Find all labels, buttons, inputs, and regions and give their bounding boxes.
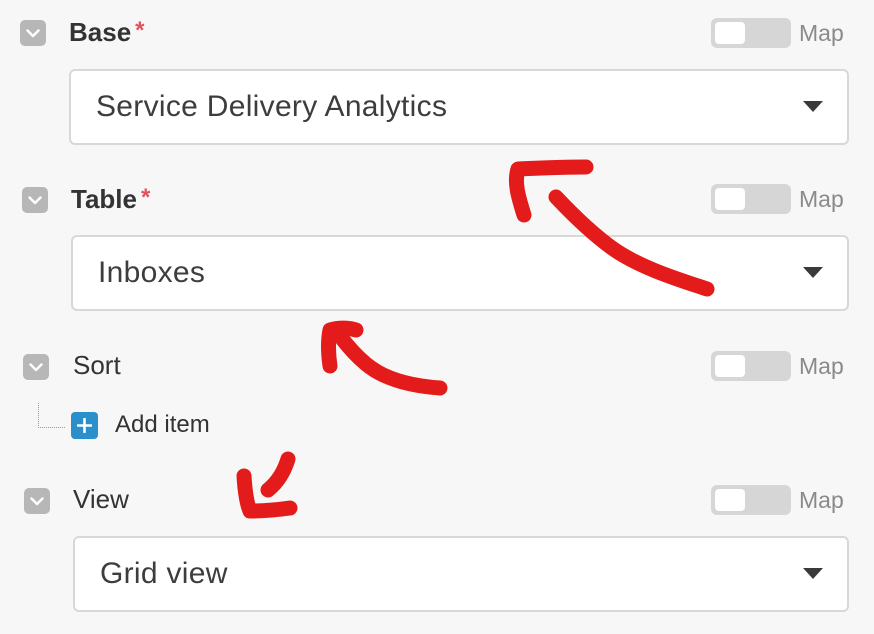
sort-collapse-button[interactable] — [23, 354, 49, 380]
view-map-toggle[interactable] — [711, 485, 791, 515]
table-collapse-button[interactable] — [22, 187, 48, 213]
base-collapse-button[interactable] — [20, 20, 46, 46]
toggle-knob — [715, 489, 745, 511]
toggle-knob — [715, 22, 745, 44]
table-map-label: Map — [799, 186, 844, 212]
caret-down-icon — [803, 568, 823, 579]
view-map-label: Map — [799, 487, 844, 513]
table-required-marker: * — [140, 184, 151, 211]
sort-map-toggle[interactable] — [711, 351, 791, 381]
plus-icon — [77, 418, 92, 433]
view-select[interactable]: Grid view — [73, 536, 849, 612]
annotation-arrow-view — [260, 451, 296, 498]
table-label-text: Table — [71, 184, 137, 214]
base-select-value: Service Delivery Analytics — [96, 90, 448, 123]
base-map-toggle[interactable] — [711, 18, 791, 48]
table-map-toggle[interactable] — [711, 184, 791, 214]
base-label-text: Base — [69, 17, 132, 47]
toggle-knob — [715, 188, 745, 210]
caret-down-icon — [803, 267, 823, 278]
table-label: Table * — [71, 184, 150, 216]
table-select-value: Inboxes — [98, 256, 206, 289]
view-collapse-button[interactable] — [24, 488, 50, 514]
sort-map-label: Map — [799, 353, 844, 379]
base-map-label: Map — [799, 20, 844, 46]
table-select[interactable]: Inboxes — [71, 235, 849, 311]
view-label: View — [73, 484, 129, 514]
add-item-button[interactable] — [71, 412, 98, 439]
caret-down-icon — [803, 101, 823, 112]
annotation-arrow-table — [332, 328, 448, 396]
base-required-marker: * — [135, 17, 145, 44]
toggle-knob — [715, 355, 745, 377]
chevron-down-icon — [28, 195, 42, 204]
base-select[interactable]: Service Delivery Analytics — [69, 69, 849, 145]
sort-label: Sort — [73, 350, 121, 380]
chevron-down-icon — [29, 362, 43, 371]
chevron-down-icon — [26, 28, 40, 37]
annotation-arrowhead-view — [236, 468, 298, 519]
annotation-arrowhead-base — [508, 159, 594, 223]
base-label: Base * — [69, 17, 145, 49]
add-item-label[interactable]: Add item — [115, 410, 210, 440]
chevron-down-icon — [30, 496, 44, 505]
tree-connector — [38, 403, 65, 428]
view-select-value: Grid view — [100, 557, 228, 590]
annotation-arrowhead-table — [321, 320, 364, 374]
